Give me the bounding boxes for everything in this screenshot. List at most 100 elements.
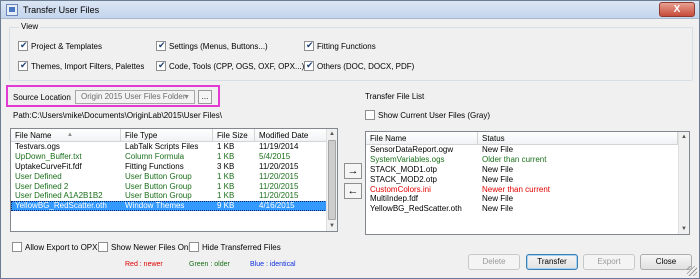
cell-name: UpDown_Buffer.txt [15,151,82,161]
source-list-rows: Testvars.ogs LabTalk Scripts Files 1 KB 11/… [11,142,327,212]
transfer-file-row[interactable]: YellowBG_RedScatter.oth New File [366,204,678,214]
cell-size: 9 KB [217,201,235,211]
legend-red-newer: Red : newer [125,261,163,268]
cell-type: Fitting Functions [125,161,184,171]
remove-from-transfer-button[interactable]: ← [344,183,362,199]
checkbox-unchecked-icon [365,110,375,120]
scroll-up-icon[interactable]: ▲ [327,129,337,139]
transfer-file-row[interactable]: CustomColors.ini Newer than current [366,185,678,195]
column-file-type[interactable]: File Type [121,129,213,141]
cell-date: 5/4/2015 [259,151,291,161]
column-status[interactable]: Status [478,132,678,144]
scroll-down-icon[interactable]: ▼ [679,224,689,234]
hide-transferred-checkbox[interactable]: Hide Transferred Files [189,242,281,252]
source-file-row[interactable]: User Defined A1A2B1B2 User Button Group 1 … [11,191,327,201]
transfer-file-row[interactable]: STACK_MOD1.otp New File [366,165,678,175]
transfer-user-files-dialog: Transfer User Files X View Project & Tem… [0,0,700,279]
cell-name: YellowBG_RedScatter.oth [370,204,462,214]
cell-type: User Button Group [125,171,192,181]
cell-date: 11/19/2014 [259,142,299,151]
checkbox-unchecked-icon [98,242,108,252]
transfer-file-row[interactable]: SensorDataReport.ogw New File [366,145,678,155]
source-list-scrollbar[interactable]: ▲ ▼ [326,129,337,231]
cell-date: 11/20/2015 [259,161,299,171]
cell-status: Newer than current [482,184,551,194]
view-group [9,27,693,81]
transfer-file-list[interactable]: File Name Status SensorDataReport.ogw New… [365,131,690,235]
legend-green-older: Green : older [189,261,230,268]
cell-status: New File [482,164,514,174]
cell-size: 1 KB [217,171,235,181]
close-button[interactable]: Close [640,254,692,270]
cell-date: 11/20/2015 [259,191,299,201]
cell-name: SensorDataReport.ogw [370,145,454,154]
column-file-name[interactable]: File Name ▲ [11,129,121,141]
transfer-button[interactable]: Transfer [526,254,578,270]
checkbox-unchecked-icon [189,242,199,252]
cell-name: MultiIndep.fdf [370,194,419,204]
add-to-transfer-button[interactable]: → [344,163,362,179]
show-current-files-checkbox[interactable]: Show Current User Files (Gray) [365,110,490,120]
source-location-value: Origin 2015 User Files Folder [81,92,186,101]
cell-name: YellowBG_RedScatter.oth [15,201,107,211]
source-file-row[interactable]: UptakeCurveFit.fdf Fitting Functions 3 KB 1… [11,162,327,172]
cell-name: User Defined [15,171,62,181]
scroll-thumb[interactable] [328,140,336,220]
cell-status: New File [482,145,514,154]
source-file-row[interactable]: YellowBG_RedScatter.oth Window Themes 9 KB… [11,201,327,212]
transfer-file-list-label: Transfer File List [365,92,425,101]
cell-status: New File [482,194,514,204]
transfer-file-row[interactable]: STACK_MOD2.otp New File [366,175,678,185]
column-transfer-file-name[interactable]: File Name [366,132,478,144]
others-checkbox[interactable]: Others (DOC, DOCX, PDF) [304,60,414,71]
export-button[interactable]: Export [583,254,635,270]
cell-date: 11/20/2015 [259,171,299,181]
window-title: Transfer User Files [23,5,100,15]
source-file-row[interactable]: UpDown_Buffer.txt Column Formula 1 KB 5/4/2… [11,152,327,162]
legend-blue-identical: Blue : identical [250,261,296,268]
cell-type: Column Formula [125,151,185,161]
title-bar: Transfer User Files X [1,1,699,19]
cell-status: New File [482,174,514,184]
sort-ascending-icon: ▲ [67,132,73,138]
resize-grip-icon[interactable] [687,266,697,276]
browse-button[interactable]: ... [198,90,212,104]
themes-filters-palettes-checkbox[interactable]: Themes, Import Filters, Palettes [18,60,144,71]
source-path: Path:C:\Users\mike\Documents\OriginLab\2… [13,111,222,120]
close-window-button[interactable]: X [659,2,695,17]
cell-name: CustomColors.ini [370,184,431,194]
transfer-list-scrollbar[interactable]: ▲ ▼ [678,132,689,234]
checkbox-unchecked-icon [12,242,22,252]
cell-name: UptakeCurveFit.fdf [15,161,82,171]
allow-export-opx-checkbox[interactable]: Allow Export to OPX [12,242,97,252]
cell-size: 1 KB [217,181,235,191]
cell-status: Older than current [482,154,547,164]
cell-date: 4/16/2015 [259,201,295,211]
cell-type: User Button Group [125,191,192,201]
project-templates-checkbox[interactable]: Project & Templates [18,40,102,51]
cell-status: New File [482,204,514,214]
cell-name: SystemVariables.ogs [370,154,445,164]
chevron-down-icon: ▼ [183,94,190,101]
cell-name: User Defined A1A2B1B2 [15,191,103,201]
code-tools-checkbox[interactable]: Code, Tools (CPP, OGS, OXF, OPX...) [156,60,304,71]
scroll-down-icon[interactable]: ▼ [327,221,337,231]
source-location-dropdown[interactable]: Origin 2015 User Files Folder ▼ [75,90,195,104]
settings-checkbox[interactable]: Settings (Menus, Buttons...) [156,40,268,51]
column-file-size[interactable]: File Size [213,129,255,141]
show-newer-only-checkbox[interactable]: Show Newer Files Only [98,242,194,252]
transfer-list-rows: SensorDataReport.ogw New File SystemVariab… [366,145,678,214]
source-location-label: Source Location [13,93,71,102]
cell-type: Window Themes [125,201,185,211]
source-file-row[interactable]: User Defined 2 User Button Group 1 KB 11/20… [11,182,327,192]
source-file-row[interactable]: User Defined User Button Group 1 KB 11/20/2… [11,172,327,182]
column-modified-date[interactable]: Modified Date [255,129,327,141]
transfer-file-row[interactable]: MultiIndep.fdf New File [366,194,678,204]
checkbox-checked-icon [304,40,314,51]
fitting-functions-checkbox[interactable]: Fitting Functions [304,40,376,51]
delete-button[interactable]: Delete [468,254,520,270]
transfer-file-row[interactable]: SystemVariables.ogs Older than current [366,155,678,165]
source-file-row[interactable]: Testvars.ogs LabTalk Scripts Files 1 KB 11/… [11,142,327,152]
source-file-list[interactable]: File Name ▲ File Type File Size Modified… [10,128,338,232]
scroll-up-icon[interactable]: ▲ [679,132,689,142]
